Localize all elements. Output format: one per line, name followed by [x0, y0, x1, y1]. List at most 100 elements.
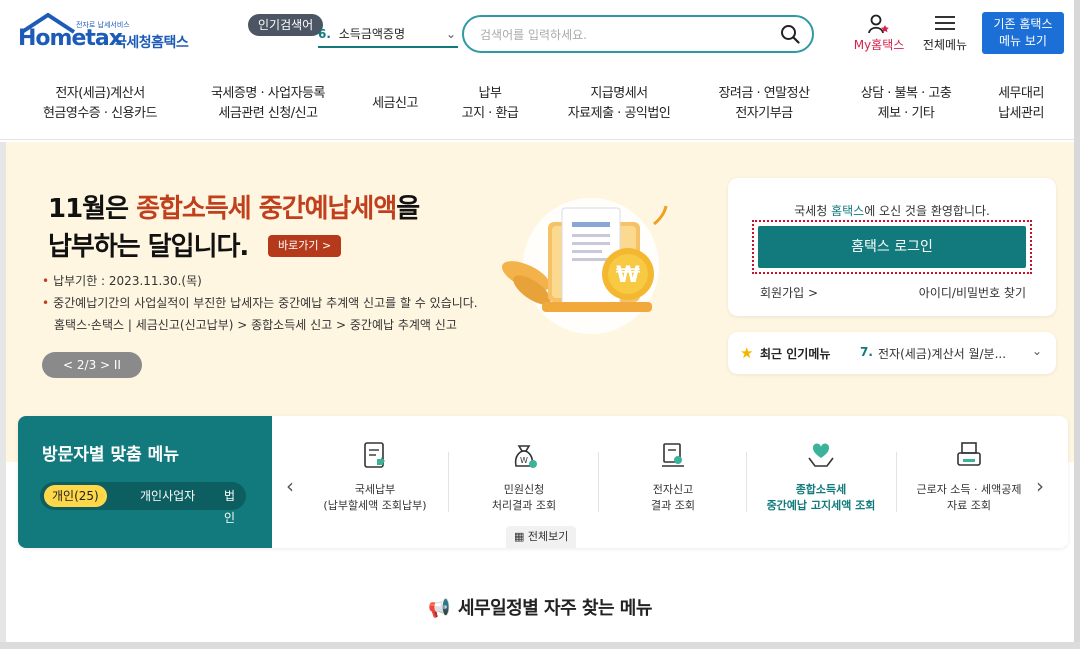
heart-hands-icon	[808, 443, 834, 467]
gnb-item-line2: 납세관리	[998, 106, 1044, 121]
hero-notice: 중간예납기간의 사업실적이 부진한 납세자는 중간예납 추계액 신고를 할 수 …	[53, 296, 478, 310]
my-hometax-label: My홈택스	[853, 38, 905, 52]
page-edge	[1074, 0, 1080, 649]
tab-individual[interactable]: 개인(25)	[44, 485, 107, 507]
view-all-label: 전체보기	[527, 530, 569, 543]
search-input[interactable]	[480, 25, 770, 45]
hero-go-button[interactable]: 바로가기 >	[268, 235, 342, 257]
join-link[interactable]: 회원가입 >	[760, 284, 818, 301]
grid-icon: ▦	[514, 530, 525, 543]
gnb-item-e-invoice[interactable]: 전자(세금)계산서 현금영수증 · 신용카드	[30, 84, 170, 124]
menu-label-line1: 종합소득세	[795, 483, 847, 496]
hero-banner: 11월은 종합소득세 중간예납세액을 납부하는 달입니다. 바로가기 > • 납부…	[6, 142, 1074, 462]
find-id-password-link[interactable]: 아이디/비밀번호 찾기	[919, 284, 1026, 301]
logo-wordmark: Hometax	[18, 26, 123, 51]
chevron-down-icon[interactable]: ⌄	[1032, 344, 1042, 358]
gnb-item-line2: 현금영수증 · 신용카드	[42, 106, 158, 121]
menu-civil-request[interactable]: W 민원신청 처리결과 조회	[449, 436, 599, 526]
gnb-item-line1: 세무대리	[998, 86, 1044, 101]
menu-label-line1: 전자신고	[652, 483, 694, 496]
hero-title-part: 을	[396, 194, 420, 224]
menu-label-line2: 결과 조회	[651, 499, 695, 512]
gnb-item-tax-filing[interactable]: 세금신고	[362, 94, 428, 114]
recent-popular-text: 전자(세금)계산서 월/분...	[878, 347, 1007, 361]
hometax-login-button[interactable]: 홈택스 로그인	[758, 226, 1026, 268]
gnb-item-line1: 지급명세서	[590, 86, 648, 101]
gnb-item-line2: 세금관련 신청/신고	[218, 106, 318, 121]
chevron-left-icon[interactable]: ‹	[286, 474, 294, 498]
hero-carousel-pager[interactable]: < 2/3 > II	[42, 352, 142, 378]
all-menu-label: 전체메뉴	[922, 38, 968, 52]
gnb-item-line1: 상담 · 불복 · 고충	[860, 86, 952, 101]
chevron-down-icon: ⌄	[445, 27, 456, 41]
popular-search-badge: 인기검색어	[248, 14, 324, 36]
welcome-brand: 홈택스	[831, 204, 865, 218]
recent-popular-rank: 7.	[860, 345, 873, 359]
visitor-menu-header: 방문자별 맞춤 메뉴 개인(25) 개인사업자 법인	[18, 416, 272, 548]
recent-popular-menu[interactable]: ★ 최근 인기메뉴 7. 전자(세금)계산서 월/분... ⌄	[728, 332, 1056, 374]
gnb-item-line1: 세금신고	[372, 96, 418, 111]
gnb-item-consulting[interactable]: 상담 · 불복 · 고충 제보 · 기타	[846, 84, 966, 124]
gnb-item-tax-agent[interactable]: 세무대리 납세관리	[984, 84, 1058, 124]
visitor-tabs: 개인(25) 개인사업자 법인	[40, 482, 246, 525]
menu-interim-prepayment[interactable]: 종합소득세 중간예납 고지세액 조회	[746, 436, 896, 526]
my-hometax-button[interactable]: My홈택스	[846, 14, 912, 56]
hero-details: • 납부기한 : 2023.11.30.(목) • 중간예납기간의 사업실적이 부진…	[42, 270, 478, 336]
hometax-logo[interactable]: 전자로 납세서비스 Hometax 국세청홈택스	[18, 10, 198, 56]
section-title: 📢 세무일정별 자주 찾는 메뉴	[0, 594, 1080, 620]
menu-tax-payment[interactable]: 국세납부 (납부할세액 조회납부)	[300, 436, 450, 526]
hero-title: 11월은 종합소득세 중간예납세액을 납부하는 달입니다.	[48, 190, 420, 266]
gnb-item-payment[interactable]: 납부 고지 · 환급	[448, 84, 532, 124]
all-menu-button[interactable]: 전체메뉴	[918, 14, 972, 56]
popular-search-select[interactable]: 6. 소득금액증명 ⌄	[318, 20, 458, 48]
printer-document-icon	[957, 442, 981, 466]
welcome-part: 국세청	[794, 204, 832, 218]
recent-popular-label: 최근 인기메뉴	[760, 347, 831, 361]
gnb-item-certificates[interactable]: 국세증명 · 사업자등록 세금관련 신청/신고	[196, 84, 340, 124]
menu-worker-income-deduction[interactable]: 근로자 소득 · 세액공제 자료 조회	[894, 436, 1044, 526]
bullet-icon: •	[42, 274, 50, 288]
star-icon: ★	[740, 344, 754, 362]
hero-title-line2: 납부하는 달입니다.	[48, 232, 249, 262]
search-box	[462, 15, 814, 53]
page-edge	[0, 642, 1080, 649]
svg-text:W: W	[520, 456, 528, 465]
welcome-part: 에 오신 것을 환영합니다.	[864, 204, 990, 218]
menu-label-line2: 자료 조회	[947, 499, 991, 512]
gnb-item-line1: 납부	[478, 86, 502, 101]
search-icon[interactable]	[780, 24, 800, 44]
logo-korean: 국세청홈택스	[114, 35, 189, 51]
bullet-icon: •	[42, 296, 50, 310]
tab-sole-proprietor[interactable]: 개인사업자	[132, 485, 203, 507]
section-title-text: 세무일정별 자주 찾는 메뉴	[457, 598, 652, 619]
gnb-item-line1: 전자(세금)계산서	[55, 86, 145, 101]
old-hometax-menu-button[interactable]: 기존 홈택스 메뉴 보기	[982, 12, 1064, 54]
monitor-document-icon	[662, 443, 684, 467]
gnb-item-line2: 자료제출 · 공익법인	[567, 106, 671, 121]
hamburger-icon	[935, 16, 955, 30]
visitor-custom-menu: 방문자별 맞춤 메뉴 개인(25) 개인사업자 법인 ‹ › 국세납부 (납부할…	[18, 416, 1068, 548]
gnb-item-incentives[interactable]: 장려금 · 연말정산 전자기부금	[704, 84, 824, 124]
menu-label-line2: 중간예납 고지세액 조회	[766, 499, 876, 512]
login-panel: 국세청 홈택스에 오신 것을 환영합니다. 홈택스 로그인 회원가입 > 아이디…	[728, 178, 1056, 316]
menu-label-line2: 처리결과 조회	[491, 499, 557, 512]
old-hometax-line1: 기존 홈택스	[993, 17, 1053, 31]
menu-label-line1: 민원신청	[503, 483, 545, 496]
menu-e-filing-result[interactable]: 전자신고 결과 조회	[598, 436, 748, 526]
gnb-item-line2: 고지 · 환급	[461, 106, 519, 121]
page-edge	[0, 142, 6, 649]
welcome-message: 국세청 홈택스에 오신 것을 환영합니다.	[728, 202, 1056, 219]
document-upload-icon	[364, 442, 385, 468]
gnb-item-payment-statements[interactable]: 지급명세서 자료제출 · 공익법인	[554, 84, 684, 124]
view-all-button[interactable]: ▦ 전체보기	[506, 526, 577, 548]
login-highlight-frame: 홈택스 로그인	[752, 220, 1032, 274]
main-navigation: 전자(세금)계산서 현금영수증 · 신용카드 국세증명 · 사업자등록 세금관련…	[0, 78, 1080, 140]
popular-search-text: 소득금액증명	[338, 27, 405, 41]
tab-corporation[interactable]: 법인	[216, 485, 246, 525]
hero-title-part: 11월은	[48, 194, 137, 224]
megaphone-icon: 📢	[428, 598, 450, 619]
money-bag-icon: W	[514, 445, 537, 468]
popular-search-rank: 6.	[318, 27, 331, 41]
hero-deadline: 납부기한 : 2023.11.30.(목)	[53, 274, 202, 288]
user-icon	[868, 14, 889, 34]
